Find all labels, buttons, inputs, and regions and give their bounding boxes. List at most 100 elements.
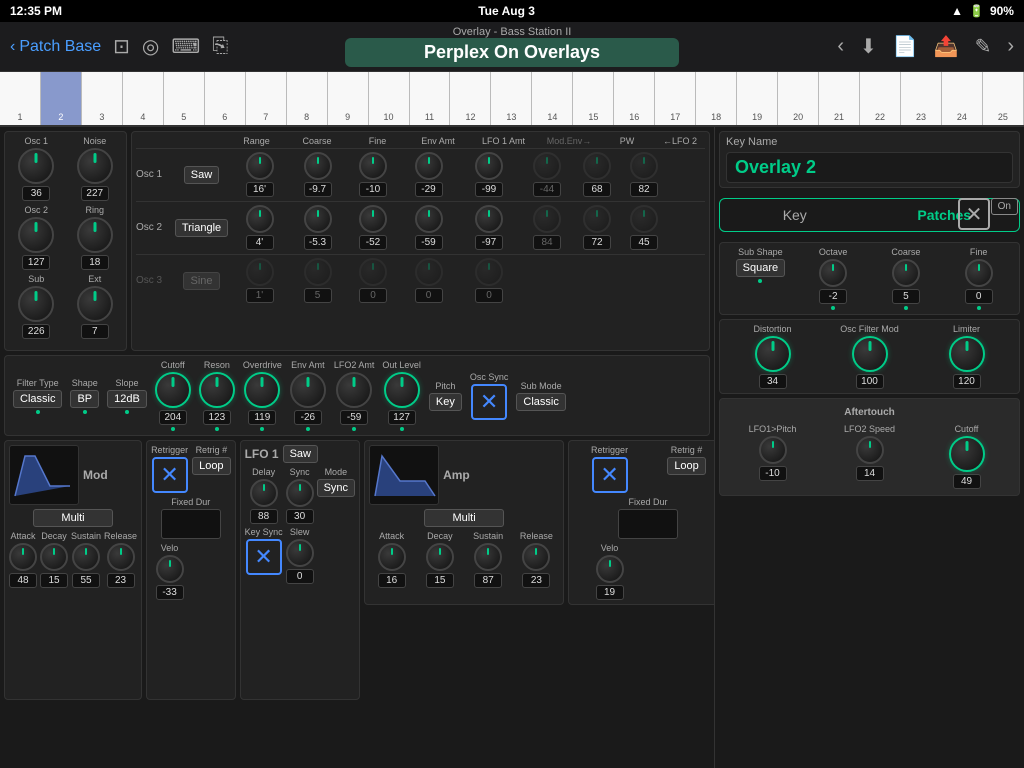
page-icon[interactable]: 📄 (893, 34, 918, 59)
filter-envamt-knob[interactable] (290, 372, 326, 408)
piano-key-9[interactable]: 9 (328, 72, 369, 125)
osc1-range-knob[interactable] (246, 152, 274, 180)
back-button[interactable]: ‹ Patch Base (10, 38, 101, 56)
piano-key-24[interactable]: 24 (942, 72, 983, 125)
patch-title[interactable]: Perplex On Overlays (345, 38, 680, 67)
osc2-shape-value[interactable]: Triangle (175, 219, 228, 237)
mod-attack-knob[interactable] (9, 543, 37, 571)
coarse-right-knob[interactable] (892, 259, 920, 287)
osc3-fine-knob[interactable] (359, 258, 387, 286)
filter-shape-value[interactable]: BP (70, 390, 99, 408)
ext-knob[interactable] (77, 286, 113, 322)
osc3-coarse-knob[interactable] (304, 258, 332, 286)
amp-attack-knob[interactable] (378, 543, 406, 571)
piano-key-7[interactable]: 7 (246, 72, 287, 125)
osc3-shape-value[interactable]: Sine (183, 272, 219, 290)
piano-key-18[interactable]: 18 (696, 72, 737, 125)
osc3-lfoamt-knob[interactable] (475, 258, 503, 286)
lfo1-mode-value[interactable]: Sync (317, 479, 355, 497)
filter-cutoff-knob[interactable] (155, 372, 191, 408)
lfo1-slew-knob[interactable] (286, 539, 314, 567)
x-close-button[interactable]: ✕ (958, 198, 990, 230)
osc2-modenv-knob[interactable] (533, 205, 561, 233)
osc3-envamt-knob[interactable] (415, 258, 443, 286)
osc2-coarse-knob[interactable] (304, 205, 332, 233)
piano-key-21[interactable]: 21 (819, 72, 860, 125)
history-icon[interactable]: ◎ (142, 34, 159, 59)
piano-key-17[interactable]: 17 (655, 72, 696, 125)
lfo1-keysync-button[interactable]: ✕ (246, 539, 282, 575)
filter-pitch-value[interactable]: Key (429, 393, 462, 411)
piano-key-5[interactable]: 5 (164, 72, 205, 125)
osc1-pw-knob[interactable] (583, 152, 611, 180)
octave-knob[interactable] (819, 259, 847, 287)
filter-reson-knob[interactable] (199, 372, 235, 408)
amp-decay-knob[interactable] (426, 543, 454, 571)
filter-lfo2amt-knob[interactable] (336, 372, 372, 408)
piano-key-13[interactable]: 13 (491, 72, 532, 125)
at-lfo2speed-knob[interactable] (856, 436, 884, 464)
osc1-shape[interactable]: Saw (174, 166, 229, 184)
copy-icon[interactable]: ⎘ (212, 35, 228, 58)
piano-key-25[interactable]: 25 (983, 72, 1024, 125)
piano-key-19[interactable]: 19 (737, 72, 778, 125)
piano-key-20[interactable]: 20 (778, 72, 819, 125)
osc3-shape[interactable]: Sine (174, 272, 229, 290)
piano-key-16[interactable]: 16 (614, 72, 655, 125)
osc2-envamt-knob[interactable] (415, 205, 443, 233)
piano-key-14[interactable]: 14 (532, 72, 573, 125)
osc2-fine-knob[interactable] (359, 205, 387, 233)
lfo1-delay-knob[interactable] (250, 479, 278, 507)
mod-env-mode[interactable]: Multi (33, 509, 113, 527)
osc-sync-button[interactable]: ✕ (471, 384, 507, 420)
osc2-lfoamt-knob[interactable] (475, 205, 503, 233)
at-lfo1pitch-knob[interactable] (759, 436, 787, 464)
osc3-range-knob[interactable] (246, 258, 274, 286)
edit-icon[interactable]: ✎ (975, 34, 992, 59)
osc2-range-knob[interactable] (246, 205, 274, 233)
amp-retrigger-button[interactable]: ✕ (592, 457, 628, 493)
mod-sustain-knob[interactable] (72, 543, 100, 571)
mod-retrigger-button[interactable]: ✕ (152, 457, 188, 493)
osc1-coarse-knob[interactable] (304, 152, 332, 180)
osc2-pw-knob[interactable] (583, 205, 611, 233)
osc1-fine-knob[interactable] (359, 152, 387, 180)
lfo1-shape[interactable]: Saw (283, 445, 318, 463)
piano-key-10[interactable]: 10 (369, 72, 410, 125)
piano-key-12[interactable]: 12 (450, 72, 491, 125)
piano-key-8[interactable]: 8 (287, 72, 328, 125)
osc2-shape[interactable]: Triangle (174, 219, 229, 237)
noise-knob[interactable] (77, 148, 113, 184)
piano-key-11[interactable]: 11 (410, 72, 451, 125)
piano-key-6[interactable]: 6 (205, 72, 246, 125)
osc1-modenv-knob[interactable] (533, 152, 561, 180)
piano-key-1[interactable]: 1 (0, 72, 41, 125)
mod-retrig-num-value[interactable]: Loop (192, 457, 230, 475)
amp-sustain-knob[interactable] (474, 543, 502, 571)
osc1-lfo2-knob[interactable] (630, 152, 658, 180)
amp-velo-knob[interactable] (596, 555, 624, 583)
mod-velo-knob[interactable] (156, 555, 184, 583)
osc1-mix-knob[interactable] (18, 148, 54, 184)
lfo1-sync-knob[interactable] (286, 479, 314, 507)
piano-key-4[interactable]: 4 (123, 72, 164, 125)
on-badge[interactable]: On (991, 198, 1018, 215)
filter-type-value[interactable]: Classic (13, 390, 62, 408)
piano-key-2[interactable]: 2 (41, 72, 82, 125)
osc1-envamt-knob[interactable] (415, 152, 443, 180)
distortion-knob[interactable] (755, 336, 791, 372)
filter-submode-value[interactable]: Classic (516, 393, 565, 411)
piano-key-22[interactable]: 22 (860, 72, 901, 125)
piano-key-3[interactable]: 3 (82, 72, 123, 125)
filter-overdrive-knob[interactable] (244, 372, 280, 408)
key-tab[interactable]: Key (720, 199, 870, 231)
mod-release-knob[interactable] (107, 543, 135, 571)
nav-left-icon[interactable]: ‹ (837, 35, 844, 58)
piano-key-23[interactable]: 23 (901, 72, 942, 125)
keyboard-icon[interactable]: ⌨ (171, 34, 200, 59)
amp-env-mode[interactable]: Multi (424, 509, 504, 527)
osc2-mix-knob[interactable] (18, 217, 54, 253)
osc-filter-mod-knob[interactable] (852, 336, 888, 372)
fine-right-knob[interactable] (965, 259, 993, 287)
at-cutoff-knob[interactable] (949, 436, 985, 472)
